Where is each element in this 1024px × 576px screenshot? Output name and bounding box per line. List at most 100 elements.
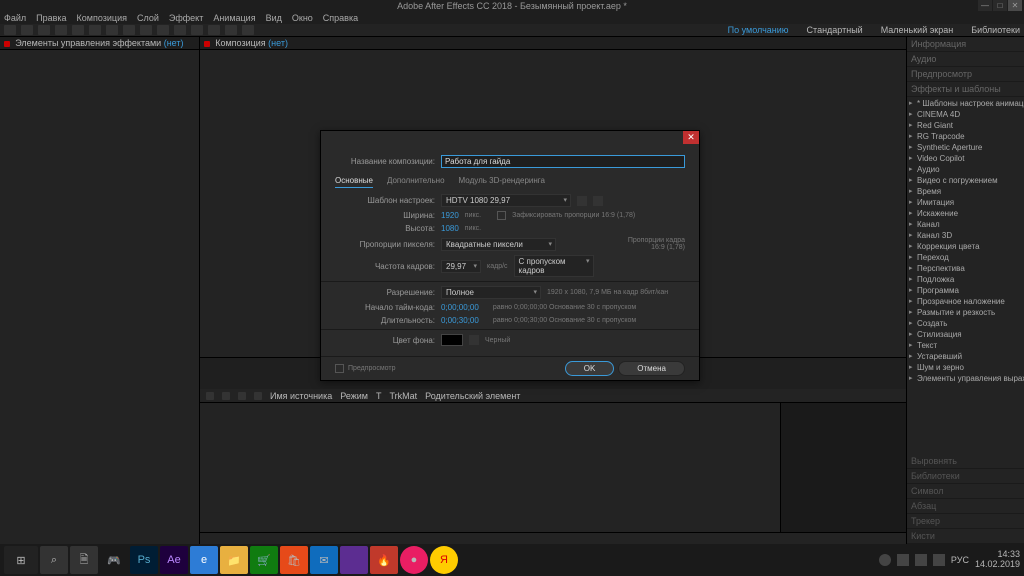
preset-dropdown[interactable]: HDTV 1080 29,97 xyxy=(441,194,571,207)
effect-controls-tab[interactable]: Элементы управления эффектами (нет) xyxy=(0,37,199,50)
taskbar-mail-icon[interactable]: ✉ xyxy=(310,546,338,574)
effect-category[interactable]: * Шаблоны настроек анимации xyxy=(907,98,1024,109)
tray-language[interactable]: РУС xyxy=(951,555,969,565)
tab-3d-renderer[interactable]: Модуль 3D-рендеринга xyxy=(459,176,545,188)
cancel-button[interactable]: Отмена xyxy=(618,361,685,376)
taskbar-search-icon[interactable]: ⌕ xyxy=(40,546,68,574)
preview-checkbox[interactable] xyxy=(335,364,344,373)
height-input[interactable]: 1080 xyxy=(441,224,459,233)
roto-tool-icon[interactable] xyxy=(225,25,237,35)
delete-preset-icon[interactable] xyxy=(593,196,603,206)
preview-panel-header[interactable]: Предпросмотр xyxy=(907,67,1024,82)
tray-clock[interactable]: 14:33 14.02.2019 xyxy=(975,550,1020,570)
width-input[interactable]: 1920 xyxy=(441,211,459,220)
start-timecode-input[interactable]: 0;00;00;00 xyxy=(441,303,479,312)
effect-category[interactable]: Искажение xyxy=(907,208,1024,219)
menu-edit[interactable]: Правка xyxy=(36,13,66,23)
timeline-layers[interactable] xyxy=(200,403,780,532)
zoom-tool-icon[interactable] xyxy=(55,25,67,35)
paragraph-panel-header[interactable]: Абзац xyxy=(907,499,1024,514)
lock-aspect-checkbox[interactable] xyxy=(497,211,506,220)
maximize-button[interactable]: □ xyxy=(993,0,1007,11)
taskbar-yandex-icon[interactable]: Я xyxy=(430,546,458,574)
duration-input[interactable]: 0;00;30;00 xyxy=(441,316,479,325)
effect-category[interactable]: Создать xyxy=(907,318,1024,329)
effect-category[interactable]: Время xyxy=(907,186,1024,197)
effect-category[interactable]: Канал xyxy=(907,219,1024,230)
dropframe-dropdown[interactable]: С пропуском кадров xyxy=(514,255,594,277)
effects-panel-header[interactable]: Эффекты и шаблоны xyxy=(907,82,1024,97)
menu-animation[interactable]: Анимация xyxy=(213,13,255,23)
menu-view[interactable]: Вид xyxy=(266,13,282,23)
timeline-toggle-icon[interactable] xyxy=(206,392,214,400)
brush-tool-icon[interactable] xyxy=(174,25,186,35)
menu-window[interactable]: Окно xyxy=(292,13,313,23)
text-tool-icon[interactable] xyxy=(157,25,169,35)
pan-behind-tool-icon[interactable] xyxy=(106,25,118,35)
effects-list[interactable]: * Шаблоны настроек анимацииCINEMA 4DRed … xyxy=(907,97,1024,454)
effect-category[interactable]: Стилизация xyxy=(907,329,1024,340)
menu-composition[interactable]: Композиция xyxy=(77,13,127,23)
puppet-tool-icon[interactable] xyxy=(242,25,254,35)
libraries-panel-header[interactable]: Библиотеки xyxy=(907,469,1024,484)
eraser-tool-icon[interactable] xyxy=(208,25,220,35)
effect-category[interactable]: Переход xyxy=(907,252,1024,263)
taskbar-app3-icon[interactable]: 🔥 xyxy=(370,546,398,574)
taskbar-explorer-icon[interactable]: 📁 xyxy=(220,546,248,574)
taskbar-aftereffects-icon[interactable]: Ae xyxy=(160,546,188,574)
dialog-titlebar[interactable]: ✕ xyxy=(321,131,699,145)
effect-category[interactable]: RG Trapcode xyxy=(907,131,1024,142)
effect-category[interactable]: CINEMA 4D xyxy=(907,109,1024,120)
timeline-toggle-icon[interactable] xyxy=(254,392,262,400)
shape-tool-icon[interactable] xyxy=(123,25,135,35)
tray-icon[interactable] xyxy=(879,554,891,566)
audio-panel-header[interactable]: Аудио xyxy=(907,52,1024,67)
taskbar-app4-icon[interactable]: ● xyxy=(400,546,428,574)
comp-name-input[interactable] xyxy=(441,155,685,168)
workspace-libraries[interactable]: Библиотеки xyxy=(971,25,1020,35)
tray-icon[interactable] xyxy=(897,554,909,566)
effect-category[interactable]: Размытие и резкость xyxy=(907,307,1024,318)
taskbar-photoshop-icon[interactable]: Ps xyxy=(130,546,158,574)
taskbar-steam-icon[interactable]: 🎮 xyxy=(100,546,128,574)
eyedropper-icon[interactable] xyxy=(469,335,479,345)
effect-category[interactable]: Video Copilot xyxy=(907,153,1024,164)
taskbar-ie-icon[interactable]: e xyxy=(190,546,218,574)
timeline-panel[interactable] xyxy=(200,402,906,532)
ok-button[interactable]: OK xyxy=(565,361,615,376)
effect-category[interactable]: Элементы управления выражения xyxy=(907,373,1024,384)
composition-viewer-tab[interactable]: Композиция (нет) xyxy=(200,37,906,50)
taskbar-app2-icon[interactable] xyxy=(340,546,368,574)
fps-dropdown[interactable]: 29,97 xyxy=(441,260,481,273)
home-icon[interactable] xyxy=(4,25,16,35)
pen-tool-icon[interactable] xyxy=(140,25,152,35)
workspace-default[interactable]: По умолчанию xyxy=(728,25,789,35)
camera-tool-icon[interactable] xyxy=(89,25,101,35)
effect-category[interactable]: Видео с погружением xyxy=(907,175,1024,186)
tray-icon[interactable] xyxy=(915,554,927,566)
menu-file[interactable]: Файл xyxy=(4,13,26,23)
dialog-close-button[interactable]: ✕ xyxy=(683,131,699,144)
close-window-button[interactable]: ✕ xyxy=(1008,0,1022,11)
menu-layer[interactable]: Слой xyxy=(137,13,159,23)
effect-category[interactable]: Имитация xyxy=(907,197,1024,208)
start-button[interactable]: ⊞ xyxy=(4,546,38,574)
align-panel-header[interactable]: Выровнять xyxy=(907,454,1024,469)
workspace-small[interactable]: Маленький экран xyxy=(881,25,954,35)
brushes-panel-header[interactable]: Кисти xyxy=(907,529,1024,544)
clone-tool-icon[interactable] xyxy=(191,25,203,35)
minimize-button[interactable]: — xyxy=(978,0,992,11)
hand-tool-icon[interactable] xyxy=(38,25,50,35)
effect-category[interactable]: Шум и зерно xyxy=(907,362,1024,373)
effect-category[interactable]: Канал 3D xyxy=(907,230,1024,241)
rotate-tool-icon[interactable] xyxy=(72,25,84,35)
resolution-dropdown[interactable]: Полное xyxy=(441,286,541,299)
effect-category[interactable]: Перспектива xyxy=(907,263,1024,274)
character-panel-header[interactable]: Символ xyxy=(907,484,1024,499)
pixel-aspect-dropdown[interactable]: Квадратные пиксели xyxy=(441,238,556,251)
menu-effect[interactable]: Эффект xyxy=(169,13,203,23)
selection-tool-icon[interactable] xyxy=(21,25,33,35)
info-panel-header[interactable]: Информация xyxy=(907,37,1024,52)
effect-category[interactable]: Synthetic Aperture xyxy=(907,142,1024,153)
menu-help[interactable]: Справка xyxy=(323,13,358,23)
